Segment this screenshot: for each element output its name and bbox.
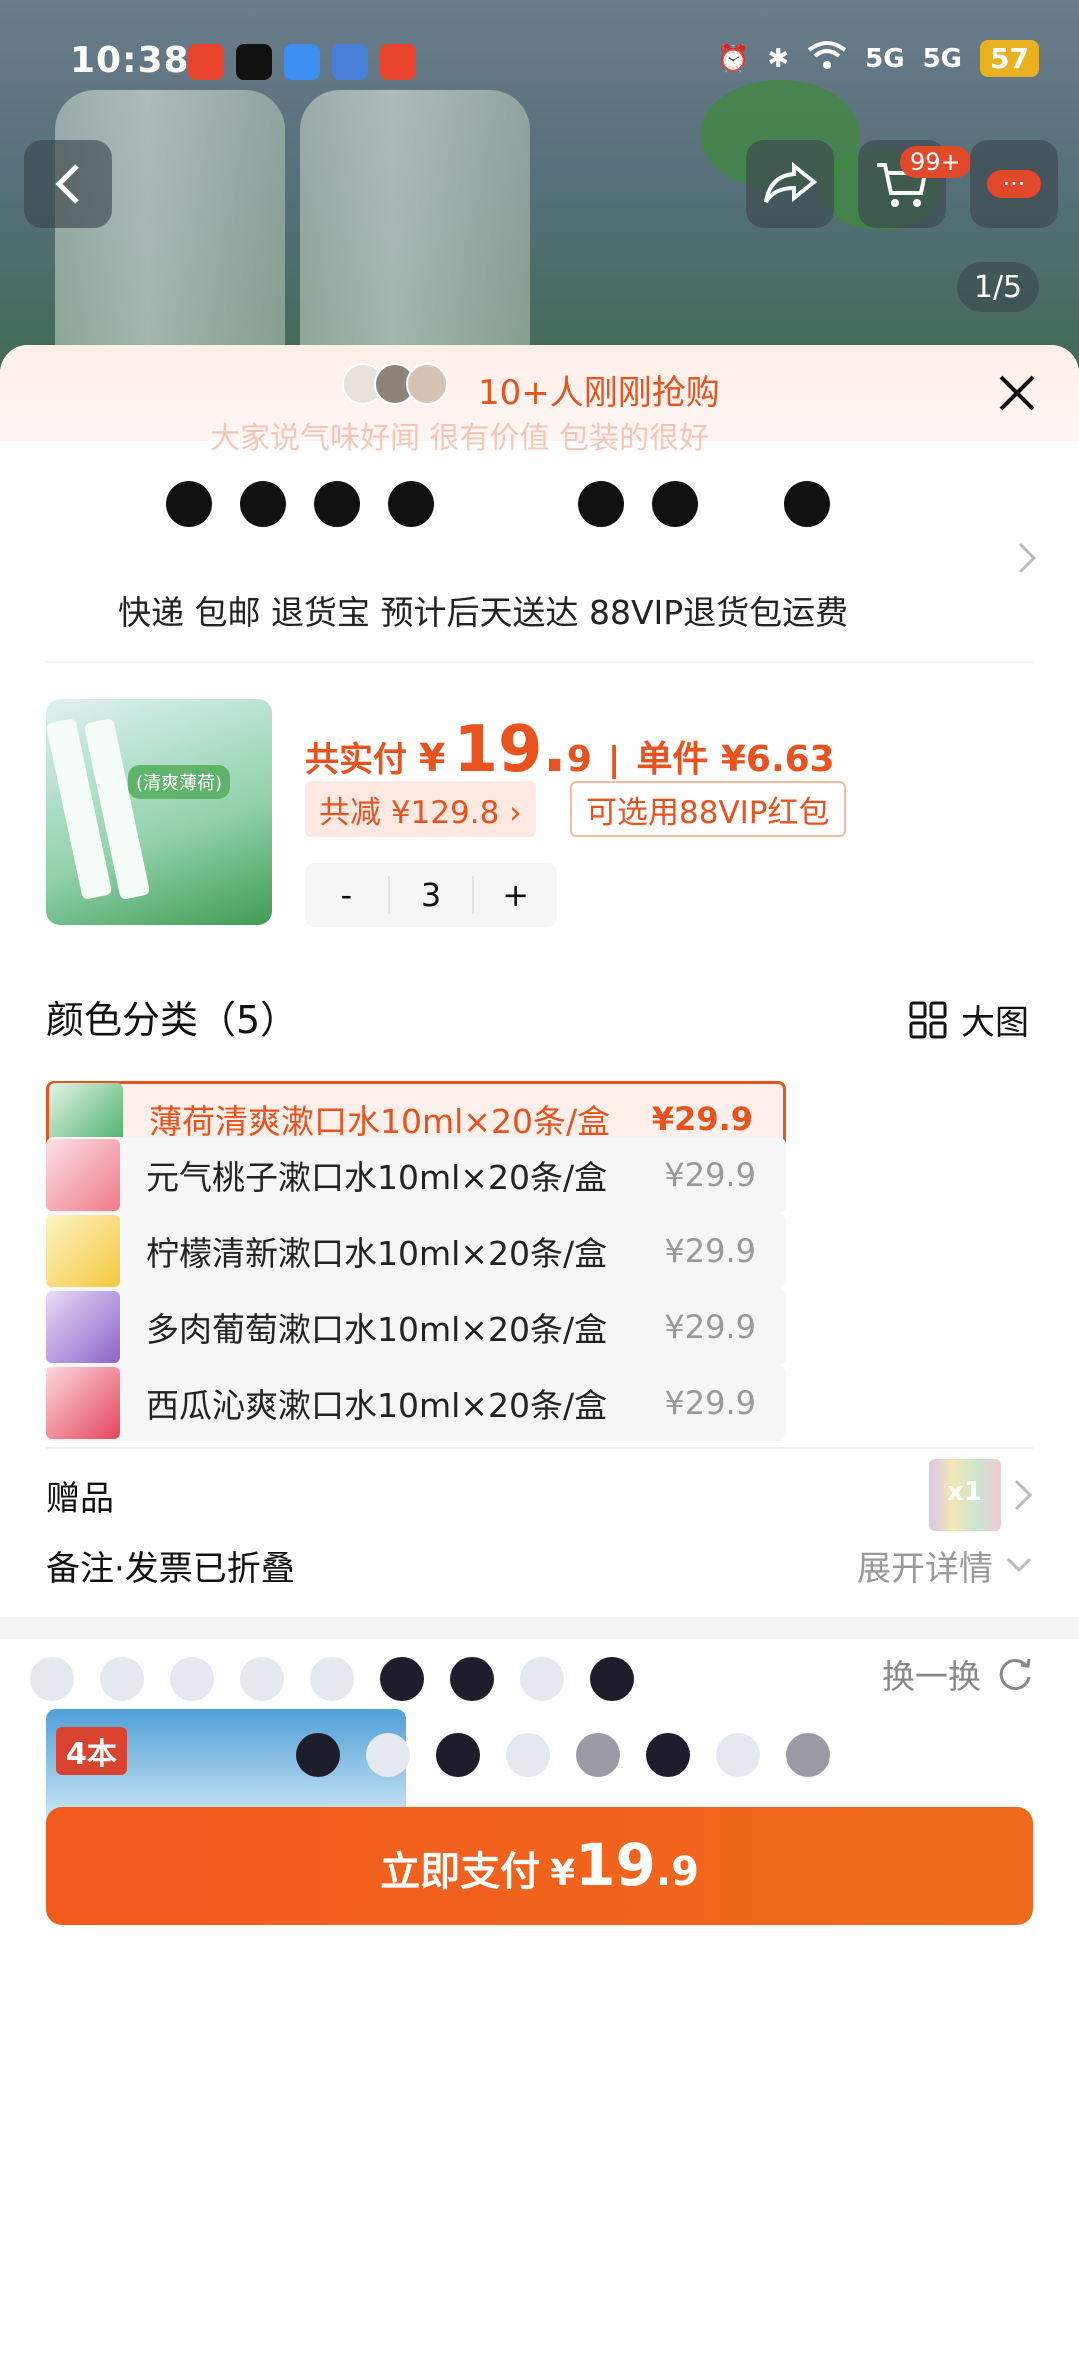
- grid-icon: [909, 1001, 947, 1038]
- quantity-decrease-button[interactable]: -: [305, 876, 388, 914]
- remark-invoice-row[interactable]: 备注·发票已折叠 展开详情: [46, 1525, 1033, 1605]
- buyer-avatars: [342, 363, 448, 405]
- variant-option-grape[interactable]: 多肉葡萄漱口水10ml×20条/盒 ¥29.9: [46, 1289, 786, 1365]
- variant-name: 西瓜沁爽漱口水10ml×20条/盒: [146, 1386, 608, 1425]
- back-button[interactable]: [24, 140, 112, 228]
- category-header: 颜色分类（5） 大图: [0, 961, 1079, 1071]
- wifi-icon: [807, 40, 847, 77]
- variant-thumbnail: [46, 1215, 120, 1287]
- variant-name: 薄荷清爽漱口水10ml×20条/盒: [149, 1102, 611, 1141]
- price-separator: |: [607, 740, 621, 780]
- section-separator: [0, 1617, 1079, 1639]
- unit-price: 单件 ¥6.63: [636, 739, 835, 780]
- variant-name: 柠檬清新漱口水10ml×20条/盒: [146, 1234, 608, 1273]
- gift-label: 赠品: [46, 1478, 114, 1519]
- total-amount-int: 19.: [453, 713, 567, 787]
- variant-price: ¥29.9: [651, 1100, 753, 1138]
- pay-currency: ¥: [550, 1853, 576, 1894]
- refresh-icon: [999, 1658, 1031, 1691]
- recommend-badge: 4本: [56, 1727, 127, 1775]
- discount-chip[interactable]: 共减 ¥129.8 ›: [305, 781, 536, 837]
- quantity-value[interactable]: 3: [387, 876, 475, 914]
- pay-amount-int: 19: [575, 1831, 656, 1899]
- total-price: 共实付 ¥ 19. 9 | 单件 ¥6.63: [305, 713, 835, 787]
- variant-thumbnail: [46, 1139, 120, 1211]
- status-time: 10:38: [70, 40, 190, 81]
- social-proof-banner: 10+人刚刚抢购 大家说气味好闻 很有价值 包装的很好: [0, 345, 1079, 456]
- chevron-right-icon: [1014, 1479, 1033, 1511]
- variant-name: 多肉葡萄漱口水10ml×20条/盒: [146, 1310, 608, 1349]
- pay-now-button[interactable]: 立即支付 ¥ 19 .9: [46, 1807, 1033, 1925]
- redacted-recommend-text: [296, 1733, 830, 1777]
- recent-buyers-text: 10+人刚刚抢购: [478, 373, 720, 413]
- quantity-increase-button[interactable]: +: [474, 876, 557, 914]
- share-icon: [764, 162, 818, 204]
- share-button[interactable]: [746, 140, 834, 228]
- thumbnail-tag: (清爽薄荷): [128, 765, 231, 799]
- chevron-down-icon: [1006, 1557, 1032, 1573]
- purchase-sheet: 10+人刚刚抢购 大家说气味好闻 很有价值 包装的很好 快递 包邮 退货宝 预计…: [0, 345, 1079, 2374]
- app-icon: [380, 44, 416, 80]
- gift-thumbnail: x1: [929, 1459, 1001, 1531]
- expand-details-label: 展开详情: [857, 1548, 993, 1589]
- currency-symbol: ¥: [419, 736, 446, 780]
- redacted-recommend-title: [30, 1657, 634, 1701]
- cart-count-badge: 99+: [900, 146, 971, 178]
- weibo-icon: [188, 44, 224, 80]
- remark-label: 备注·发票已折叠: [46, 1548, 295, 1589]
- total-amount-dec: 9: [566, 739, 592, 780]
- refresh-label: 换一换: [882, 1657, 981, 1696]
- variant-price: ¥29.9: [664, 1384, 756, 1422]
- variant-option-peach[interactable]: 元气桃子漱口水10ml×20条/盒 ¥29.9: [46, 1137, 786, 1213]
- vip-coupon-chip[interactable]: 可选用88VIP红包: [570, 781, 846, 837]
- variant-price: ¥29.9: [664, 1308, 756, 1346]
- variant-option-watermelon[interactable]: 西瓜沁爽漱口水10ml×20条/盒 ¥29.9: [46, 1365, 786, 1441]
- variant-option-lemon[interactable]: 柠檬清新漱口水10ml×20条/盒 ¥29.9: [46, 1213, 786, 1289]
- quantity-stepper: - 3 +: [305, 863, 557, 927]
- large-view-toggle[interactable]: 大图: [909, 995, 1029, 1044]
- variant-thumbnail: [46, 1291, 120, 1363]
- pay-amount-dec: .9: [655, 1849, 699, 1895]
- battery-icon: 57: [980, 40, 1039, 77]
- variant-price: ¥29.9: [664, 1232, 756, 1270]
- category-title: 颜色分类（5）: [46, 998, 299, 1042]
- wallet-icon: [332, 44, 368, 80]
- close-icon[interactable]: [993, 369, 1041, 417]
- chevron-left-icon: [55, 164, 79, 204]
- total-label: 共实付: [305, 740, 407, 780]
- avatar: [406, 363, 448, 405]
- variant-name: 元气桃子漱口水10ml×20条/盒: [146, 1158, 608, 1197]
- shipping-info: 快递 包邮 退货宝 预计后天送达 88VIP退货包运费: [118, 593, 849, 632]
- alarm-icon: ⏰: [716, 43, 750, 74]
- gift-row[interactable]: 赠品 x1: [46, 1455, 1033, 1535]
- pay-label: 立即支付: [380, 1849, 541, 1895]
- chevron-right-icon: [1018, 542, 1037, 574]
- image-pager: 1/5: [957, 262, 1039, 312]
- signal-5g-icon: 5G: [865, 43, 905, 74]
- redacted-address: [50, 481, 830, 527]
- address-section[interactable]: 快递 包邮 退货宝 预计后天送达 88VIP退货包运费: [0, 441, 1079, 661]
- more-icon: ···: [986, 170, 1042, 198]
- product-thumbnail: (清爽薄荷): [46, 699, 272, 925]
- send-app-icon: [236, 44, 272, 80]
- bluetooth-icon: ✱: [767, 43, 790, 74]
- status-bar: 10:38 ⏰ ✱ 5G 5G 57: [0, 0, 1079, 124]
- order-summary: (清爽薄荷) 共实付 ¥ 19. 9 | 单件 ¥6.63 共减 ¥129.8 …: [0, 661, 1079, 961]
- variant-thumbnail: [46, 1367, 120, 1439]
- variant-price: ¥29.9: [664, 1156, 756, 1194]
- notification-icons: [188, 44, 416, 80]
- more-button[interactable]: ···: [970, 140, 1058, 228]
- large-view-label: 大图: [961, 1003, 1029, 1043]
- signal-5g-icon: 5G: [922, 43, 963, 74]
- app-icon: [284, 44, 320, 80]
- divider: [46, 1447, 1033, 1449]
- refresh-recommend-button[interactable]: 换一换: [882, 1650, 1033, 1698]
